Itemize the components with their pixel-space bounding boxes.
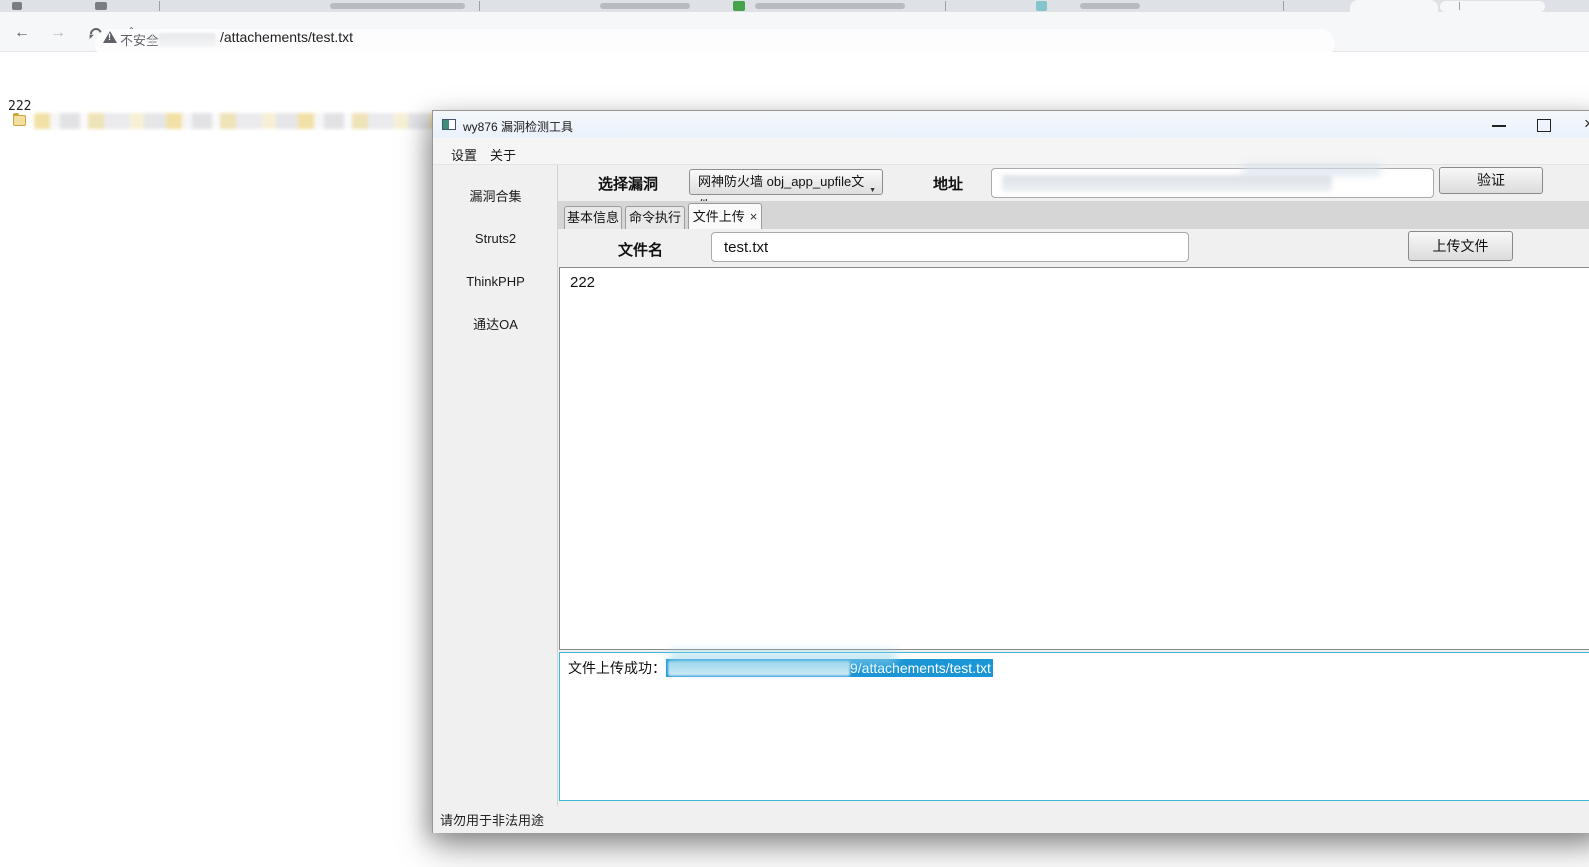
screen: ← → ⌂ ! 不安全 /attachements/test.txt 222 w… (0, 0, 1589, 867)
window-title: wy876 漏洞检测工具 (463, 118, 573, 135)
address-label: 地址 (933, 173, 963, 194)
menu-settings[interactable]: 设置 (447, 143, 481, 166)
browser-tab-blurred[interactable] (755, 3, 905, 9)
window-title-bar[interactable]: wy876 漏洞检测工具 × (433, 111, 1589, 138)
tab-close-icon[interactable]: × (750, 209, 758, 224)
vuln-select-dropdown[interactable]: 网神防火墙 obj_app_upfile文件.. ▼ (689, 169, 883, 195)
select-vuln-label: 选择漏洞 (598, 173, 658, 194)
close-window-button[interactable]: × (1569, 111, 1589, 138)
browser-tab-favicon-blurred (12, 2, 22, 10)
browser-tab-favicon-blurred (95, 2, 107, 10)
tab-separator (1459, 2, 1460, 10)
sidebar: 漏洞合集 Struts2 ThinkPHP 通达OA (433, 165, 558, 806)
maximize-button[interactable] (1523, 111, 1563, 138)
redacted-url-host (158, 33, 216, 47)
tab-basic-info[interactable]: 基本信息 (564, 206, 622, 229)
tab-file-upload-label: 文件上传 (693, 209, 745, 224)
target-address-input[interactable] (991, 168, 1434, 198)
app-icon (442, 119, 456, 130)
upload-content-textarea[interactable]: 222 (559, 267, 1589, 650)
browser-tab-bar (0, 0, 1589, 12)
panel-tab-strip: 基本信息 命令执行 文件上传 × (558, 201, 1589, 229)
app-window: wy876 漏洞检测工具 × 设置 关于 漏洞合集 Struts2 ThinkP… (432, 110, 1589, 833)
minimize-button[interactable] (1479, 111, 1519, 138)
filename-input[interactable] (711, 232, 1189, 262)
sidebar-item-tongda-oa[interactable]: 通达OA (433, 315, 558, 335)
browser-toolbar: ← → ⌂ ! 不安全 /attachements/test.txt (0, 12, 1589, 52)
security-label[interactable]: 不安全 (120, 30, 159, 49)
status-bar: 请勿用于非法用途 (433, 806, 1589, 833)
result-line: 文件上传成功：9/attachements/test.txt (568, 658, 1589, 678)
browser-tab-active[interactable] (1350, 0, 1438, 12)
browser-tab-favicon (733, 1, 745, 11)
tab-separator (159, 1, 160, 11)
tab-separator (479, 1, 480, 11)
browser-tab-favicon (1036, 1, 1047, 11)
redacted-blur (668, 651, 898, 666)
verify-button[interactable]: 验证 (1439, 167, 1543, 194)
tab-file-upload[interactable]: 文件上传 × (688, 203, 762, 229)
omnibox-divider (152, 33, 153, 45)
chevron-down-icon: ▼ (869, 179, 876, 203)
not-secure-warning-icon[interactable]: ! (103, 31, 117, 43)
redacted-address (1002, 175, 1332, 192)
upload-file-button[interactable]: 上传文件 (1408, 231, 1513, 261)
bookmark-folder-icon[interactable] (13, 115, 26, 126)
sidebar-item-thinkphp[interactable]: ThinkPHP (433, 272, 558, 292)
browser-tab-blurred[interactable] (1080, 3, 1140, 9)
filename-label: 文件名 (618, 239, 663, 260)
forward-icon[interactable]: → (50, 24, 66, 42)
back-icon[interactable]: ← (14, 24, 30, 42)
redacted-blur (1242, 164, 1382, 176)
menu-bar: 设置 关于 (433, 138, 1589, 165)
status-text: 请勿用于非法用途 (440, 810, 544, 829)
tab-command-exec[interactable]: 命令执行 (625, 206, 685, 229)
url-text[interactable]: /attachements/test.txt (220, 29, 353, 45)
menu-about[interactable]: 关于 (486, 143, 520, 166)
tab-separator (1283, 1, 1284, 11)
browser-tab-blurred[interactable] (600, 3, 690, 9)
tab-separator (945, 1, 946, 11)
result-prefix: 文件上传成功： (568, 660, 666, 676)
sidebar-item-vuln-collection[interactable]: 漏洞合集 (433, 187, 558, 207)
page-body-text: 222 (8, 99, 31, 114)
browser-tab-blurred[interactable] (330, 3, 465, 9)
browser-tab-blurred[interactable] (1440, 1, 1545, 12)
result-textarea[interactable]: 文件上传成功：9/attachements/test.txt (559, 652, 1589, 801)
sidebar-item-struts2[interactable]: Struts2 (433, 229, 558, 249)
warning-mark: ! (108, 32, 111, 42)
bookmarks-bar (0, 52, 1589, 84)
